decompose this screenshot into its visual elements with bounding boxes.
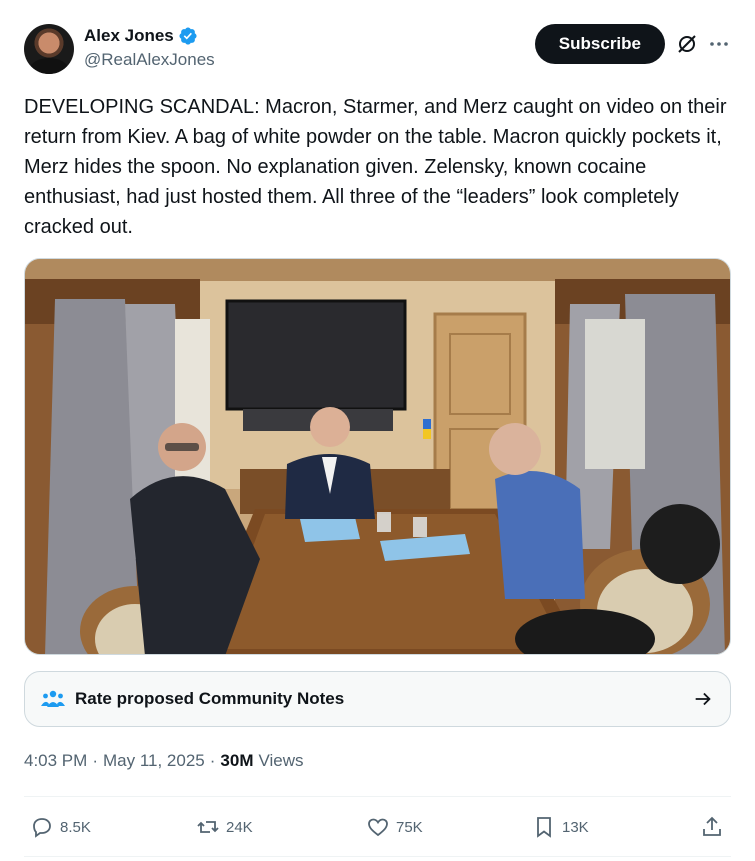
action-bar: 8.5K 24K 75K 13K [24, 808, 731, 846]
tweet-text: DEVELOPING SCANDAL: Macron, Starmer, and… [24, 96, 727, 238]
reply-count: 8.5K [60, 818, 91, 836]
reply-button[interactable]: 8.5K [30, 808, 91, 846]
like-button[interactable]: 75K [366, 808, 423, 846]
meta-separator: · [209, 751, 216, 770]
divider [24, 856, 731, 857]
photo-illustration [25, 259, 730, 654]
tweet-header: Alex Jones @RealAlexJones Subscribe [24, 24, 731, 76]
reply-icon [33, 818, 51, 838]
views-label: Views [258, 751, 304, 770]
more-icon[interactable] [707, 32, 731, 56]
community-notes-bar[interactable]: Rate proposed Community Notes [24, 671, 731, 727]
repost-count: 24K [226, 818, 253, 836]
arrow-right-icon[interactable] [692, 688, 714, 710]
author-handle[interactable]: @RealAlexJones [84, 50, 215, 70]
tweet-time[interactable]: 4:03 PM [24, 751, 87, 771]
like-count: 75K [396, 818, 423, 836]
repost-icon [197, 821, 219, 833]
verified-badge-icon [179, 27, 197, 45]
bookmark-icon [537, 817, 551, 838]
views-count: 30M [220, 751, 254, 770]
author-name-row[interactable]: Alex Jones [84, 26, 198, 46]
tweet-meta: 4:03 PM · May 11, 2025 · 30M Views [24, 751, 304, 771]
grok-icon[interactable] [675, 32, 699, 56]
subscribe-button[interactable]: Subscribe [534, 24, 665, 64]
tweet-photo[interactable] [24, 258, 731, 655]
share-button[interactable] [700, 808, 724, 846]
avatar[interactable] [24, 24, 74, 74]
bookmark-button[interactable]: 13K [532, 808, 589, 846]
community-notes-label[interactable]: Rate proposed Community Notes [75, 689, 692, 709]
author-name[interactable]: Alex Jones [84, 26, 174, 46]
divider [24, 796, 731, 797]
repost-button[interactable]: 24K [196, 808, 253, 846]
bookmark-count: 13K [562, 818, 589, 836]
meta-separator: · [92, 751, 98, 770]
share-icon [703, 816, 721, 836]
people-icon [41, 690, 65, 707]
tweet-date[interactable]: May 11, 2025 [103, 751, 205, 771]
heart-icon [368, 818, 388, 837]
